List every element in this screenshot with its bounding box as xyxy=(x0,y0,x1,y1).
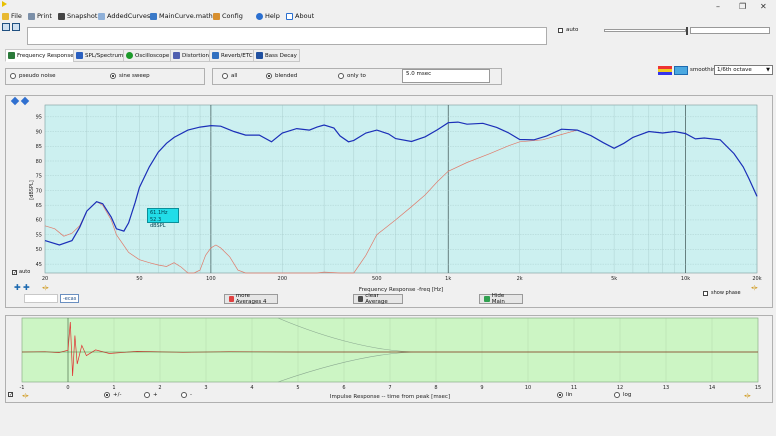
ir-x-tick-label: 8 xyxy=(434,385,437,391)
ir-x-tick-label: 12 xyxy=(617,385,623,391)
ir-x-tick-label: 9 xyxy=(480,385,483,391)
radio-scale-log-label: log xyxy=(623,392,632,398)
ir-x-tick-label: 5 xyxy=(296,385,299,391)
ir-ticks: -1 0 1 2 3 4 5 6 7 8 9 10 11 12 13 14 15 xyxy=(20,385,762,391)
radio-polarity-both-label: +/- xyxy=(113,392,122,398)
radio-polarity-both[interactable]: +/- xyxy=(104,392,121,398)
radio-polarity-minus-dot[interactable] xyxy=(181,392,187,398)
radio-polarity-plus-dot[interactable] xyxy=(144,392,150,398)
ir-checkbox[interactable]: ✓ xyxy=(8,391,13,398)
ir-x-tick-label: 15 xyxy=(755,385,761,391)
ir-x-label: Impulse Response -- time from peak [msec… xyxy=(330,394,450,400)
radio-polarity-plus[interactable]: + xyxy=(144,392,158,398)
ir-scroll-right-icon[interactable]: ◂|▸ xyxy=(744,393,751,399)
radio-polarity-minus-label: - xyxy=(190,392,192,398)
ir-x-tick-label: 14 xyxy=(709,385,715,391)
radio-polarity-both-dot[interactable] xyxy=(104,392,110,398)
ir-x-tick-label: 6 xyxy=(342,385,345,391)
ir-x-tick-label: -1 xyxy=(20,385,25,391)
ir-x-tick-label: 7 xyxy=(388,385,391,391)
radio-scale-log[interactable]: log xyxy=(614,392,631,398)
radio-scale-lin-label: lin xyxy=(566,392,573,398)
ir-x-tick-label: 4 xyxy=(250,385,253,391)
ir-scroll-left-icon[interactable]: ◂|▸ xyxy=(22,393,29,399)
ir-x-tick-label: 3 xyxy=(204,385,207,391)
ir-x-tick-label: 11 xyxy=(571,385,577,391)
ir-x-tick-label: 10 xyxy=(525,385,531,391)
ir-x-tick-label: 0 xyxy=(66,385,69,391)
ir-check[interactable]: ✓ xyxy=(8,392,13,398)
ir-x-tick-label: 2 xyxy=(158,385,161,391)
ir-chart[interactable]: -1 0 1 2 3 4 5 6 7 8 9 10 11 12 13 14 15 Impulse Respons… xyxy=(0,0,776,436)
radio-polarity-plus-label: + xyxy=(153,392,158,398)
ir-x-tick-label: 1 xyxy=(112,385,115,391)
radio-scale-lin-dot[interactable] xyxy=(557,392,563,398)
radio-polarity-minus[interactable]: - xyxy=(181,392,192,398)
radio-scale-lin[interactable]: lin xyxy=(557,392,573,398)
ir-x-tick-label: 13 xyxy=(663,385,669,391)
radio-scale-log-dot[interactable] xyxy=(614,392,620,398)
